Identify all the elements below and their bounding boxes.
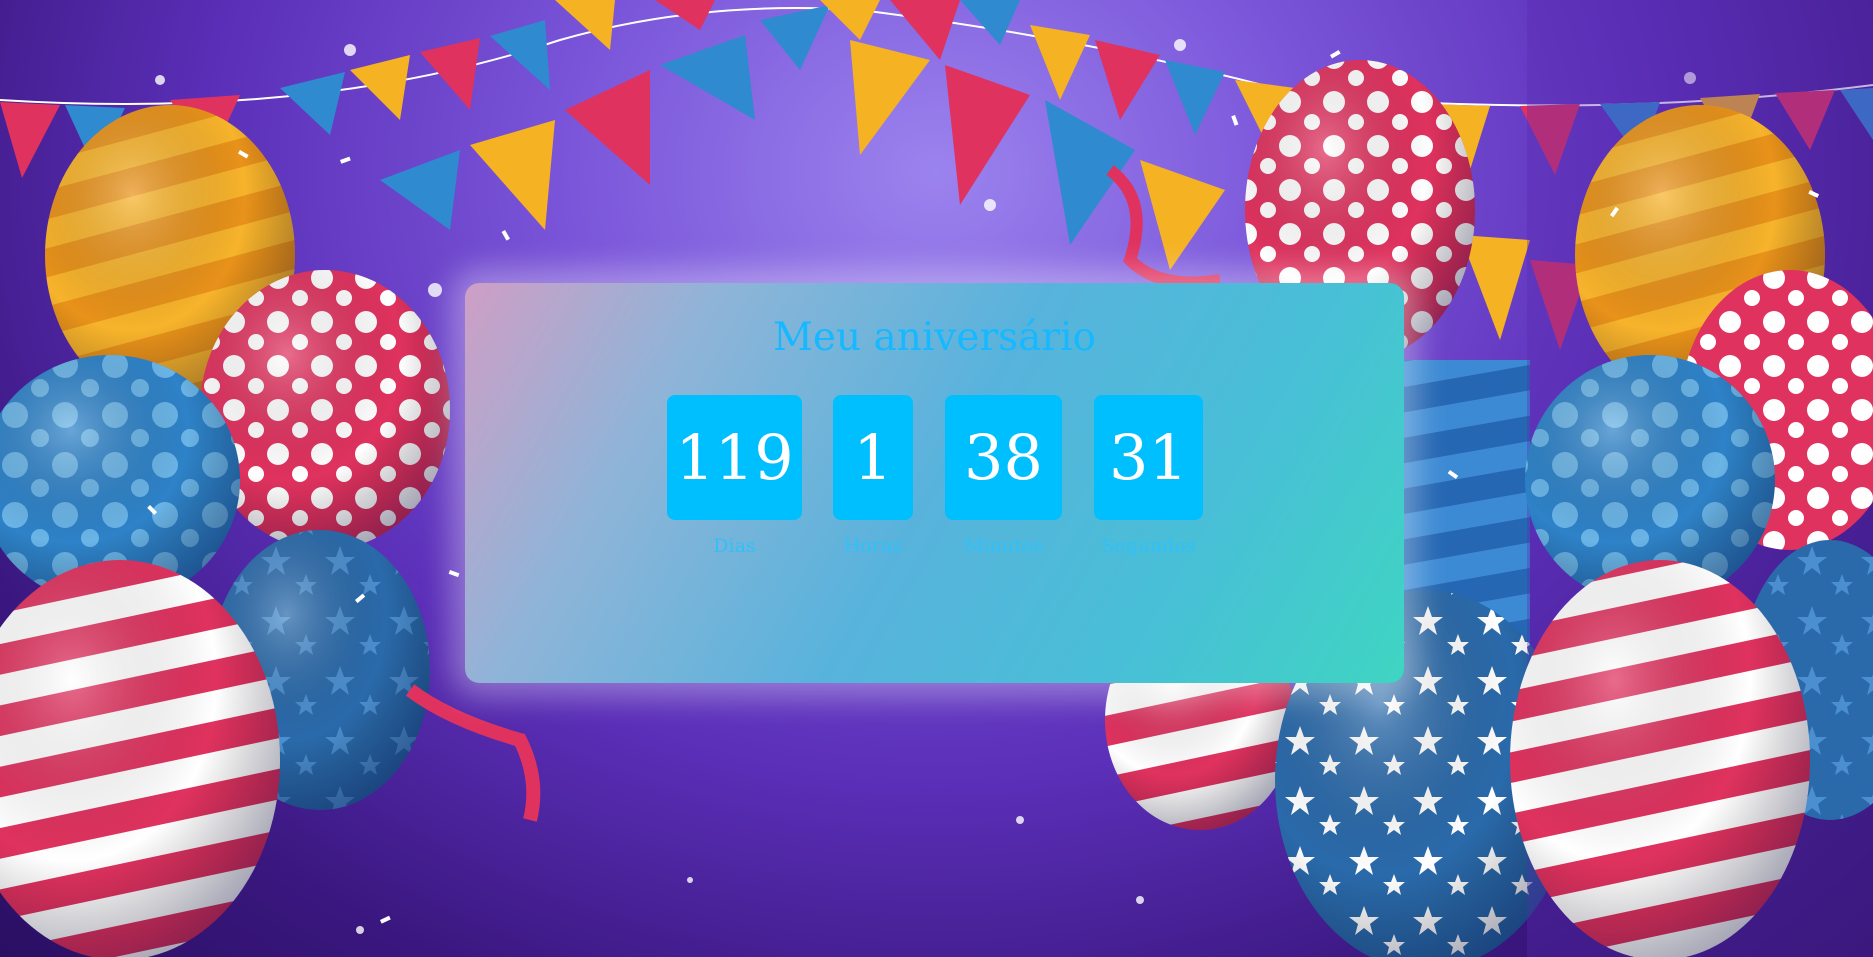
seconds-value-box: 31 [1094,395,1203,520]
hours-value-box: 1 [833,395,913,520]
hours-label: Horas [843,535,903,557]
days-value-box: 119 [667,395,802,520]
minutes-label: Minutos [964,535,1043,557]
days-value: 119 [675,421,794,494]
minutes-value: 38 [964,421,1043,494]
countdown-card: Meu aniversário 119 Dias 1 Horas 38 Minu… [465,283,1404,683]
seconds-value: 31 [1109,421,1188,494]
seconds-label: Segundos [1101,535,1196,557]
hours-value: 1 [853,421,893,494]
days-label: Dias [713,535,756,557]
minutes-value-box: 38 [945,395,1062,520]
page-title: Meu aniversário [773,315,1096,360]
